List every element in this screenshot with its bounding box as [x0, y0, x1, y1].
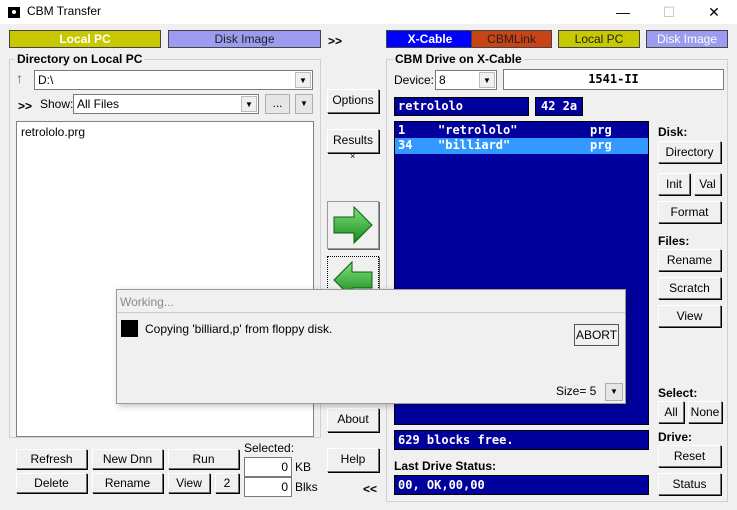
blocks-free-field: 629 blocks free. [394, 430, 649, 450]
drive-model-field: 1541-II [503, 69, 724, 90]
table-row[interactable]: 1 "retrololo" prg [395, 123, 648, 139]
results-button[interactable]: Results [327, 129, 379, 153]
file-name: "retrololo" [438, 123, 518, 137]
title-bar: CBM Transfer — ☐ ✕ [0, 0, 737, 24]
reset-button[interactable]: Reset [658, 445, 721, 467]
file-filter-value: All Files [77, 97, 120, 111]
rename-button[interactable]: Rename [92, 473, 163, 493]
file-blocks: 1 [398, 123, 406, 137]
file-filter-combobox[interactable]: All Files ▼ [73, 94, 259, 114]
select-all-button[interactable]: All [658, 401, 684, 423]
up-directory-icon[interactable]: ↑ [16, 70, 23, 86]
directory-button[interactable]: Directory [658, 141, 721, 163]
dialog-body: Copying 'billiard,p' from floppy disk. A… [117, 312, 625, 403]
disk-name-field: retrololo [394, 97, 529, 116]
drive-status-label: Last Drive Status: [394, 459, 497, 473]
path-combobox[interactable]: D:\ ▼ [34, 70, 313, 90]
window-title: CBM Transfer [27, 4, 102, 18]
arrow-right-icon [333, 205, 373, 245]
drive-view-button[interactable]: View [658, 305, 721, 327]
browse-button[interactable]: ... [265, 94, 290, 114]
selected-label: Selected: [244, 441, 295, 455]
kb-unit-label: KB [295, 460, 312, 474]
selected-kb-field: 0 [244, 457, 292, 477]
minimize-button[interactable]: — [600, 0, 646, 24]
drive-section-label: Drive: [658, 430, 693, 444]
select-none-button[interactable]: None [688, 401, 722, 423]
format-button[interactable]: Format [658, 201, 721, 223]
chevron-down-icon: ▼ [479, 72, 495, 88]
chevron-down-icon[interactable]: ▼ [605, 383, 623, 401]
back-arrows-label: << [363, 482, 378, 496]
drive-rename-button[interactable]: Rename [658, 249, 721, 271]
select-section-label: Select: [658, 386, 698, 400]
forward-arrows-label: >> [328, 34, 343, 48]
mode-xcable-button[interactable]: X-Cable [386, 30, 474, 48]
file-type: prg [590, 123, 612, 137]
working-dialog: Working... Copying 'billiard,p' from flo… [116, 289, 626, 404]
progress-icon [121, 320, 138, 337]
expand-arrows-button[interactable]: >> [18, 99, 32, 113]
size-label: Size= 5 [556, 384, 597, 398]
disk-id-field: 42 2a [535, 97, 583, 116]
device-label: Device: [394, 73, 435, 87]
chevron-down-icon: ▼ [241, 96, 257, 112]
new-dir-button[interactable]: New Dnn [92, 449, 163, 469]
abort-button[interactable]: ABORT [574, 324, 619, 346]
dialog-message: Copying 'billiard,p' from floppy disk. [145, 322, 333, 336]
chevron-down-icon[interactable]: ▼ [295, 94, 313, 114]
path-value: D:\ [38, 73, 54, 87]
help-button[interactable]: Help [327, 448, 379, 472]
scratch-button[interactable]: Scratch [658, 277, 721, 299]
dialog-title: Working... [120, 295, 174, 309]
view-button[interactable]: View [168, 473, 210, 493]
file-type: prg [590, 138, 612, 152]
blks-unit-label: Blks [295, 480, 318, 494]
file-blocks: 34 [398, 138, 413, 152]
close-button[interactable]: ✕ [691, 0, 737, 24]
delete-button[interactable]: Delete [16, 473, 87, 493]
two-button[interactable]: 2 [215, 473, 239, 493]
device-combobox[interactable]: 8 ▼ [435, 70, 497, 90]
mode-local-pc-button[interactable]: Local PC [9, 30, 161, 48]
list-item[interactable]: retrololo.prg [21, 125, 85, 139]
mode-cbmlink-button[interactable]: CBMLink [471, 30, 552, 48]
chevron-down-icon: ▼ [295, 72, 311, 88]
mode-right-local-pc-button[interactable]: Local PC [558, 30, 640, 48]
maximize-button: ☐ [662, 4, 676, 20]
cbm-drive-group-title: CBM Drive on X-Cable [393, 52, 524, 66]
device-value: 8 [439, 73, 446, 87]
options-button[interactable]: Options [327, 89, 379, 113]
validate-button[interactable]: Val [694, 173, 721, 195]
mode-disk-image-button[interactable]: Disk Image [168, 30, 321, 48]
refresh-button[interactable]: Refresh [16, 449, 87, 469]
table-row[interactable]: 34 "billiard" prg [395, 138, 648, 154]
file-name: "billiard" [438, 138, 511, 152]
results-indicator: × [350, 151, 356, 161]
show-label: Show: [40, 97, 74, 111]
selected-blks-field: 0 [244, 477, 292, 497]
app-icon [8, 7, 20, 18]
copy-to-drive-button[interactable] [327, 201, 379, 249]
about-button[interactable]: About [327, 408, 379, 432]
run-button[interactable]: Run [168, 449, 239, 469]
disk-section-label: Disk: [658, 125, 688, 139]
status-button[interactable]: Status [658, 473, 721, 495]
files-section-label: Files: [658, 234, 690, 248]
drive-status-field: 00, OK,00,00 [394, 475, 649, 495]
init-button[interactable]: Init [658, 173, 690, 195]
mode-right-disk-image-button[interactable]: Disk Image [646, 30, 728, 48]
local-pc-group-title: Directory on Local PC [15, 52, 145, 66]
